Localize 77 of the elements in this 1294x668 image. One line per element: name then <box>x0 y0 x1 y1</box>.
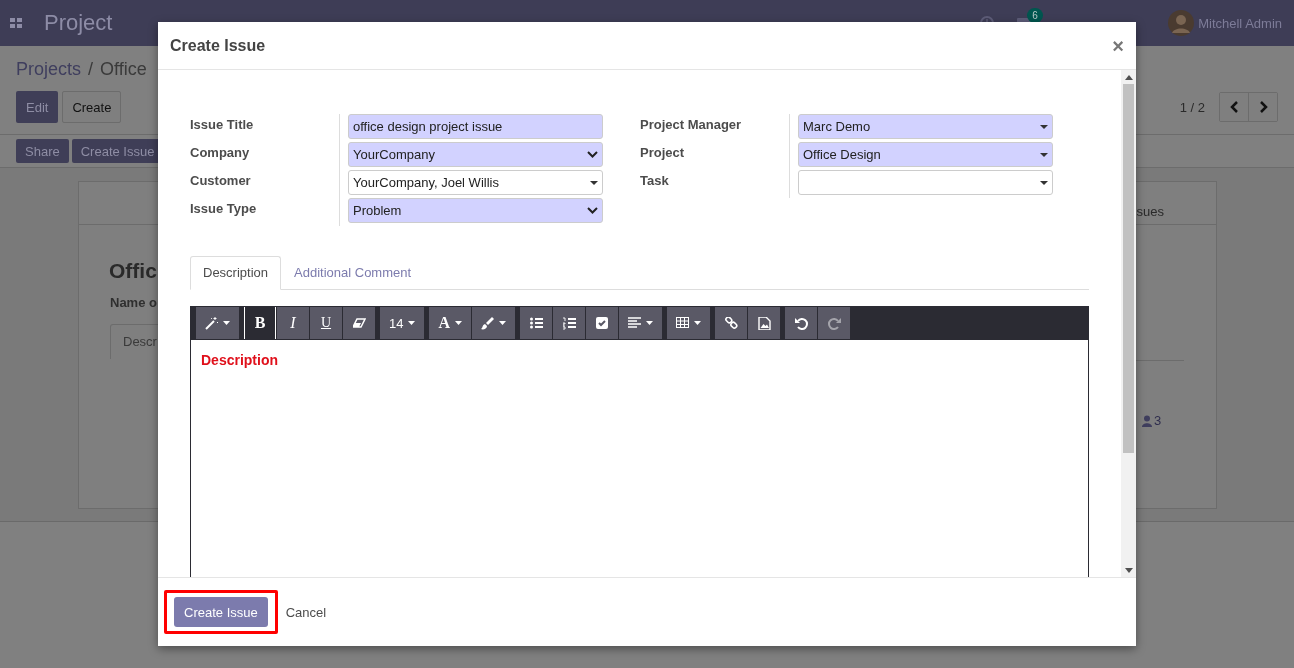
caret-icon <box>1040 152 1048 157</box>
caret-icon <box>590 180 598 185</box>
caret-icon <box>455 321 463 325</box>
chevron-right-icon <box>1258 101 1268 113</box>
chevron-down-icon <box>587 151 598 158</box>
pager-value: 1 / 2 <box>1179 99 1205 115</box>
scroll-down-icon <box>1124 568 1133 573</box>
chevron-down-icon <box>587 207 598 214</box>
caret-icon <box>223 321 230 325</box>
caret-icon <box>1040 124 1048 129</box>
image-icon <box>757 316 771 330</box>
field-label: Issue Type <box>190 198 340 226</box>
scroll-up-icon <box>1124 75 1133 80</box>
select-field[interactable]: YourCompany <box>348 142 603 167</box>
caret-icon <box>1040 180 1048 185</box>
link-button[interactable] <box>715 307 748 339</box>
breadcrumb-current: Office <box>100 58 147 80</box>
select-field[interactable]: Problem <box>348 198 603 223</box>
table-button[interactable] <box>667 307 711 339</box>
font-color-button[interactable]: A <box>429 307 472 339</box>
numbered-list-button[interactable] <box>553 307 586 339</box>
caret-icon <box>694 321 702 325</box>
brush-icon <box>481 316 495 330</box>
scrollbar[interactable] <box>1121 70 1136 577</box>
field-label: Project <box>640 142 790 170</box>
caret-icon <box>499 321 507 325</box>
dropdown-field[interactable] <box>798 170 1053 195</box>
eraser-icon <box>352 316 366 330</box>
undo-button[interactable] <box>785 307 818 339</box>
align-icon <box>628 316 642 330</box>
italic-button[interactable]: I <box>277 307 309 339</box>
bold-button[interactable]: B <box>244 307 276 339</box>
field-label: Issue Title <box>190 114 340 142</box>
field-label: Project Manager <box>640 114 790 142</box>
tab[interactable]: Additional Comment <box>281 256 425 290</box>
align-button[interactable] <box>619 307 663 339</box>
clear-format-button[interactable] <box>343 307 375 339</box>
close-button[interactable]: × <box>1112 35 1124 56</box>
style-button[interactable] <box>196 307 239 339</box>
create-issue-button[interactable]: Create Issue <box>174 597 268 627</box>
cancel-button[interactable]: Cancel <box>285 604 327 620</box>
field-label: Name o <box>110 295 158 310</box>
checklist-button[interactable] <box>586 307 619 339</box>
font-size-button[interactable]: 14 <box>380 307 425 339</box>
smart-button-label[interactable]: sues <box>1136 204 1164 219</box>
field-label: Company <box>190 142 340 170</box>
dropdown-field[interactable]: Office Design <box>798 142 1053 167</box>
input-field[interactable]: office design project issue <box>348 114 603 139</box>
link-icon <box>724 316 738 330</box>
chevron-left-icon <box>1229 101 1239 113</box>
next-button[interactable] <box>1248 93 1277 121</box>
redo-icon <box>827 316 841 330</box>
table-icon <box>676 316 690 330</box>
dropdown-field[interactable]: YourCompany, Joel Willis <box>348 170 603 195</box>
undo-icon <box>794 316 808 330</box>
record-title: Offic <box>109 259 157 283</box>
dropdown-field[interactable]: Marc Demo <box>798 114 1053 139</box>
caret-icon <box>408 321 416 325</box>
image-button[interactable] <box>748 307 781 339</box>
tab[interactable]: Description <box>190 256 282 290</box>
bullet-list-button[interactable] <box>520 307 553 339</box>
underline-button[interactable]: U <box>310 307 342 339</box>
field-label: Customer <box>190 170 340 198</box>
message-count-badge: 6 <box>1027 7 1043 23</box>
create-button[interactable]: Create <box>62 91 122 123</box>
wand-icon <box>205 316 218 330</box>
checkbox-icon <box>595 316 609 330</box>
apps-menu-icon[interactable] <box>10 18 22 28</box>
follower-count: 3 <box>1154 413 1162 428</box>
dialog-title: Create Issue <box>170 36 266 55</box>
highlight-button[interactable] <box>472 307 516 339</box>
user-icon <box>1142 414 1152 427</box>
editor-heading: Description <box>201 352 279 368</box>
caret-icon <box>646 321 654 325</box>
app-title: Project <box>44 10 113 36</box>
field-label: Task <box>640 170 790 198</box>
breadcrumb-separator: / <box>88 58 94 80</box>
